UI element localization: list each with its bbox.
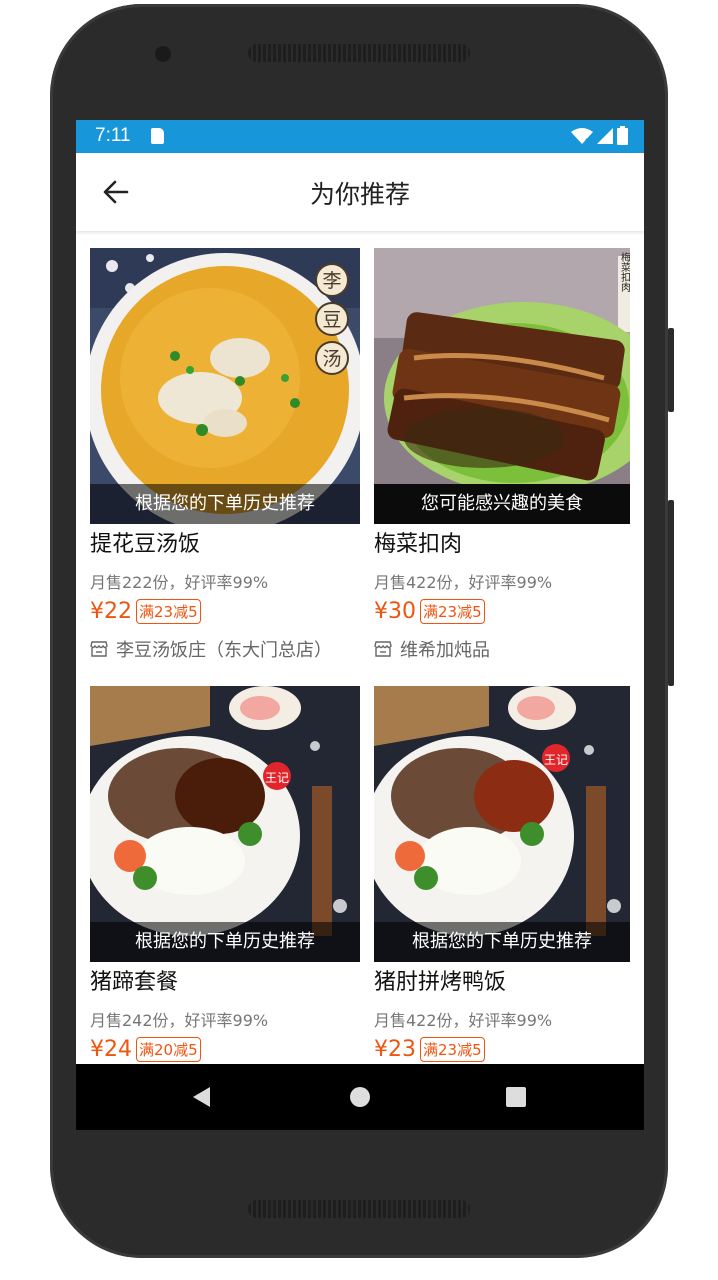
- screen: 7:11 为你推荐 李 豆 汤 根据您的下单历史推荐 提花豆汤饭 月售222份，…: [76, 120, 644, 1130]
- recommend-reason: 您可能感兴趣的美食: [374, 484, 630, 524]
- volume-button: [668, 500, 674, 686]
- product-image: 王记 根据您的下单历史推荐: [374, 686, 630, 962]
- product-price: ¥22: [90, 599, 132, 624]
- seal-text: 李: [322, 270, 341, 292]
- status-icons: [571, 126, 628, 145]
- shop-name: 李豆汤饭庄（东大门总店）: [116, 640, 332, 661]
- status-time: 7:11: [95, 125, 131, 146]
- bottom-speaker: [248, 1200, 470, 1218]
- price-row: ¥22 满23减5: [90, 599, 360, 624]
- top-speaker: [248, 44, 470, 62]
- cell-signal-icon: [597, 127, 613, 144]
- status-bar: 7:11: [76, 120, 644, 153]
- shop-icon: [374, 641, 392, 657]
- braised-pork-photo: 梅菜扣肉: [374, 248, 630, 524]
- product-price: ¥23: [374, 1037, 416, 1062]
- recommend-reason: 根据您的下单历史推荐: [90, 484, 360, 524]
- product-price: ¥30: [374, 599, 416, 624]
- shop-link[interactable]: 维希加炖品: [374, 636, 630, 662]
- price-row: ¥24 满20减5: [90, 1037, 360, 1062]
- sales-rating: 月售242份，好评率99%: [90, 1011, 269, 1030]
- product-price: ¥24: [90, 1037, 132, 1062]
- app-bar: 为你推荐: [76, 153, 644, 231]
- product-image: 王记 根据您的下单历史推荐: [90, 686, 360, 962]
- product-image: 梅菜扣肉 您可能感兴趣的美食: [374, 248, 630, 524]
- square-recents-icon: [506, 1087, 526, 1107]
- circle-home-icon: [350, 1087, 370, 1107]
- battery-icon: [617, 126, 628, 145]
- recommend-reason: 根据您的下单历史推荐: [374, 922, 630, 962]
- sales-rating: 月售422份，好评率99%: [374, 1011, 553, 1030]
- page-title: 为你推荐: [309, 180, 410, 209]
- nav-back-button[interactable]: [186, 1082, 216, 1112]
- vertical-sign-text: 梅菜扣肉: [619, 251, 631, 292]
- sales-rating: 月售422份，好评率99%: [374, 573, 553, 592]
- discount-badge: 满23减5: [420, 599, 485, 624]
- sd-card-icon: [151, 128, 164, 144]
- product-card[interactable]: 王记 根据您的下单历史推荐 猪肘拼烤鸭饭 月售422份，好评率99% ¥23 满…: [374, 686, 630, 1062]
- sales-rating: 月售222份，好评率99%: [90, 573, 269, 592]
- product-name: 猪蹄套餐: [90, 970, 179, 995]
- power-button: [668, 328, 674, 412]
- discount-badge: 满23减5: [136, 599, 201, 624]
- nav-home-button[interactable]: [345, 1082, 375, 1112]
- discount-badge: 满23减5: [420, 1037, 485, 1062]
- seal-text: 豆: [322, 309, 341, 331]
- product-name: 梅菜扣肉: [374, 532, 463, 557]
- shop-name: 维希加炖品: [400, 640, 490, 661]
- price-row: ¥23 满23减5: [374, 1037, 630, 1062]
- wifi-icon: [571, 127, 593, 145]
- seal-text: 汤: [322, 348, 341, 370]
- recommend-reason: 根据您的下单历史推荐: [90, 922, 360, 962]
- product-card[interactable]: 梅菜扣肉 您可能感兴趣的美食 梅菜扣肉 月售422份，好评率99% ¥30 满2…: [374, 248, 630, 662]
- product-card[interactable]: 王记 根据您的下单历史推荐 猪蹄套餐 月售242份，好评率99% ¥24 满20…: [90, 686, 360, 1062]
- nav-recents-button[interactable]: [501, 1082, 531, 1112]
- product-name: 猪肘拼烤鸭饭: [374, 970, 507, 995]
- product-image: 李 豆 汤 根据您的下单历史推荐: [90, 248, 360, 524]
- shop-icon: [90, 641, 108, 657]
- yellow-rice-soup-photo: 李 豆 汤: [90, 248, 360, 524]
- pork-duck-rice-photo: 王记: [374, 686, 630, 962]
- product-card[interactable]: 李 豆 汤 根据您的下单历史推荐 提花豆汤饭 月售222份，好评率99% ¥22…: [90, 248, 360, 662]
- brand-mark-text: 王记: [544, 753, 568, 767]
- pork-trotter-rice-photo: 王记: [90, 686, 360, 962]
- system-nav-bar: [76, 1064, 644, 1130]
- price-row: ¥30 满23减5: [374, 599, 630, 624]
- brand-mark-text: 王记: [265, 771, 289, 785]
- triangle-back-icon: [193, 1087, 210, 1107]
- front-camera: [155, 46, 171, 62]
- product-name: 提花豆汤饭: [90, 532, 201, 557]
- shop-link[interactable]: 李豆汤饭庄（东大门总店）: [90, 636, 360, 662]
- discount-badge: 满20减5: [136, 1037, 201, 1062]
